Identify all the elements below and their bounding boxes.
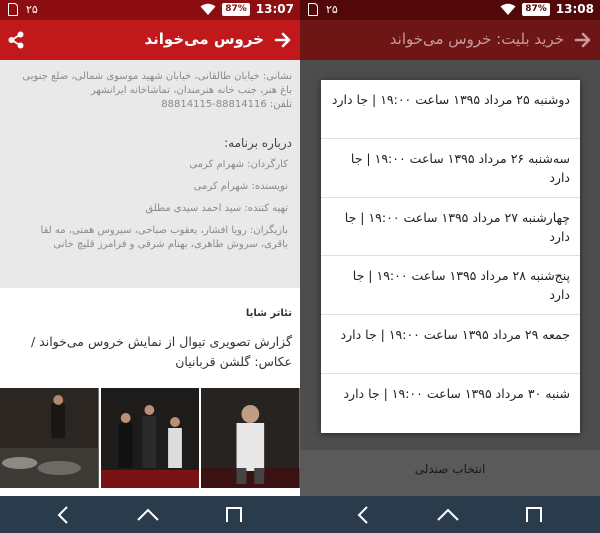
address-block: نشانی: خیابان طالقانی، خیابان شهید موسوی… — [0, 60, 300, 122]
ticket-purchase-screen: ۲۵ 87% 13:08 خرید بلیت: خروس می‌خواند ان… — [300, 0, 600, 533]
nav-home-icon[interactable] — [136, 504, 160, 526]
nav-back-icon[interactable] — [352, 504, 376, 526]
showtime-option[interactable]: سه‌شنبه ۲۶ مرداد ۱۳۹۵ ساعت ۱۹:۰۰ | جا دا… — [321, 139, 580, 198]
gallery-photo[interactable] — [100, 388, 200, 488]
credit-producer: تهیه کننده: سید احمد سیدی مطلق — [145, 203, 288, 214]
nav-recent-icon[interactable] — [222, 504, 246, 526]
status-number: ۲۵ — [26, 3, 38, 16]
sim-icon — [8, 3, 18, 16]
select-seat-button[interactable]: انتخاب صندلی — [300, 462, 600, 476]
theater-name[interactable]: تئاتر شایا — [246, 308, 292, 319]
wifi-icon — [500, 3, 516, 15]
address-text: نشانی: خیابان طالقانی، خیابان شهید موسوی… — [22, 71, 292, 96]
about-heading: درباره برنامه: — [224, 136, 292, 150]
clock: 13:08 — [555, 2, 594, 16]
credit-writer: نویسنده: شهرام کرمی — [193, 181, 288, 192]
system-nav-bar — [300, 496, 600, 533]
nav-recent-icon[interactable] — [522, 504, 546, 526]
gallery-photo[interactable] — [201, 388, 300, 488]
back-arrow-icon[interactable] — [274, 31, 292, 49]
showtime-option[interactable]: چهارشنبه ۲۷ مرداد ۱۳۹۵ ساعت ۱۹:۰۰ | جا د… — [321, 198, 580, 257]
nav-back-icon[interactable] — [52, 504, 76, 526]
clock: 13:07 — [255, 2, 294, 16]
credit-cast: بازیگران: رویا افشار، یعقوب صباحی، سیروس… — [40, 225, 288, 250]
status-bar: ۲۵ 87% 13:08 — [300, 0, 600, 20]
showtime-option[interactable]: دوشنبه ۲۵ مرداد ۱۳۹۵ ساعت ۱۹:۰۰ | جا دار… — [321, 80, 580, 139]
showtime-option[interactable]: پنج‌شنبه ۲۸ مرداد ۱۳۹۵ ساعت ۱۹:۰۰ | جا د… — [321, 256, 580, 316]
back-arrow-icon[interactable] — [574, 31, 592, 49]
credit-director: کارگردان: شهرام کرمی — [189, 159, 288, 170]
show-content: نشانی: خیابان طالقانی، خیابان شهید موسوی… — [0, 60, 300, 496]
app-bar: خرید بلیت: خروس می‌خواند — [300, 20, 600, 60]
system-nav-bar — [0, 496, 300, 533]
app-bar: خروس می‌خواند — [0, 20, 300, 60]
page-title: خروس می‌خواند — [144, 30, 264, 48]
sim-icon — [308, 3, 318, 16]
share-icon[interactable] — [8, 31, 24, 49]
phone-text[interactable]: تلفن: 88814116-88814115 — [8, 98, 292, 112]
nav-home-icon[interactable] — [436, 504, 460, 526]
status-bar: ۲۵ 87% 13:07 — [0, 0, 300, 20]
gallery-section: تئاتر شایا گزارش تصویری تیوال از نمایش خ… — [0, 288, 300, 496]
status-number: ۲۵ — [326, 3, 338, 16]
gallery-photo[interactable] — [0, 388, 99, 488]
photo-strip[interactable] — [0, 388, 300, 488]
report-title[interactable]: گزارش تصویری تیوال از نمایش خروس می‌خوان… — [6, 332, 292, 372]
wifi-icon — [200, 3, 216, 15]
battery-icon: 87% — [222, 2, 250, 16]
showtime-option[interactable]: جمعه ۲۹ مرداد ۱۳۹۵ ساعت ۱۹:۰۰ | جا دارد — [321, 315, 580, 374]
page-title: خرید بلیت: خروس می‌خواند — [389, 30, 564, 48]
showtime-option[interactable]: شنبه ۳۰ مرداد ۱۳۹۵ ساعت ۱۹:۰۰ | جا دارد — [321, 374, 580, 433]
battery-icon: 87% — [522, 2, 550, 16]
showtime-picker-dialog: دوشنبه ۲۵ مرداد ۱۳۹۵ ساعت ۱۹:۰۰ | جا دار… — [321, 80, 580, 433]
show-detail-screen: ۲۵ 87% 13:07 خروس می‌خواند نشانی: خیابان… — [0, 0, 300, 533]
